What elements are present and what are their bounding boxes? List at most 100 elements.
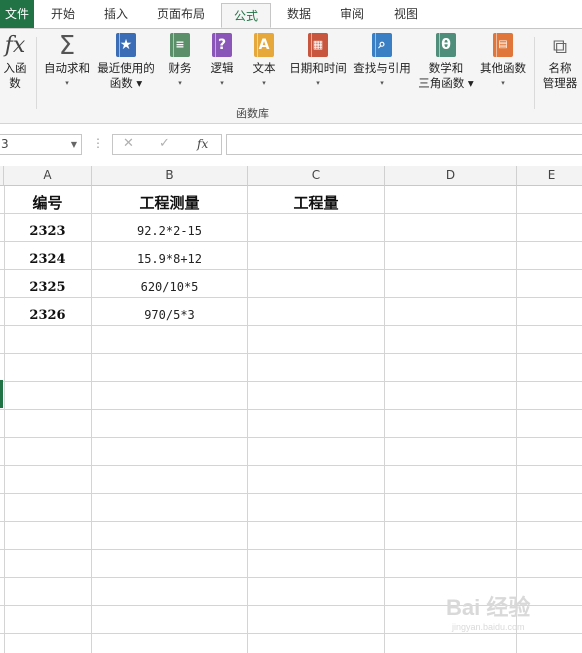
ribbon-separator <box>36 37 37 109</box>
more-options-icon[interactable]: ⋮ <box>92 136 104 150</box>
logical-dropdown-caret: ▾ <box>220 79 224 87</box>
tags-icon: ⧉ <box>552 34 568 58</box>
insert-function-icon[interactable]: fx <box>197 137 208 151</box>
cell-a3[interactable]: 2324 <box>4 246 91 273</box>
math-trig-label: 数学和 <box>428 61 464 75</box>
column-header-d[interactable]: D <box>385 166 517 186</box>
date-time-button[interactable]: ▦ 日期和时间 ▾ <box>286 33 350 91</box>
ribbon-formulas-panel: fx 入函数 Σ 自动求和 ▾ ★ 最近使用的 函数 ▾ ≡ 财务 ▾ ? 逻辑… <box>0 28 582 124</box>
tab-formulas[interactable]: 公式 <box>221 3 271 28</box>
grid-line <box>0 577 582 578</box>
sigma-icon: Σ <box>58 31 76 61</box>
check-icon[interactable]: ✓ <box>159 136 170 151</box>
cell-c4[interactable] <box>248 274 384 301</box>
lookup-reference-label: 查找与引用 <box>353 61 411 75</box>
math-trig-button[interactable]: θ 数学和 三角函数 ▾ <box>416 33 476 91</box>
theta-book-icon: θ <box>434 33 458 59</box>
question-book-icon: ? <box>210 33 234 59</box>
grid-line <box>0 549 582 550</box>
text-functions-dropdown-caret: ▾ <box>262 79 266 87</box>
star-book-icon: ★ <box>114 33 138 59</box>
tab-insert[interactable]: 插入 <box>94 0 138 28</box>
fx-icon: fx <box>4 33 26 58</box>
grid-line <box>0 409 582 410</box>
column-header-e[interactable]: E <box>517 166 582 186</box>
grid-line <box>0 353 582 354</box>
tab-review[interactable]: 审阅 <box>330 0 374 28</box>
chevron-down-icon[interactable]: ▼ <box>71 135 77 154</box>
column-header-c[interactable]: C <box>248 166 385 186</box>
autosum-button[interactable]: Σ 自动求和 ▾ <box>40 33 94 91</box>
active-row-indicator <box>0 380 3 408</box>
grid-line <box>516 186 517 653</box>
cell-c3[interactable] <box>248 246 384 273</box>
lookup-reference-dropdown-caret: ▾ <box>380 79 384 87</box>
grid-line <box>0 493 582 494</box>
cell-c1[interactable]: 工程量 <box>248 190 384 217</box>
worksheet-grid[interactable]: 编号 工程测量 工程量 2323 92.2*2-15 2324 15.9*8+1… <box>0 186 582 653</box>
name-box-value: 3 <box>1 137 9 151</box>
math-trig-label-2: 三角函数 ▾ <box>418 76 474 90</box>
cancel-icon[interactable]: ✕ <box>123 136 134 151</box>
financial-button[interactable]: ≡ 财务 ▾ <box>162 33 198 91</box>
more-functions-label: 其他函数 <box>480 61 526 75</box>
tab-view[interactable]: 视图 <box>384 0 428 28</box>
cell-c2[interactable] <box>248 218 384 245</box>
cell-a5[interactable]: 2326 <box>4 302 91 329</box>
financial-dropdown-caret: ▾ <box>178 79 182 87</box>
lookup-reference-button[interactable]: ⌕ 查找与引用 ▾ <box>350 33 414 91</box>
cell-a1[interactable]: 编号 <box>4 190 91 217</box>
insert-function-button[interactable]: fx 入函数 <box>0 33 32 91</box>
date-time-dropdown-caret: ▾ <box>316 79 320 87</box>
coins-book-icon: ≡ <box>168 33 192 59</box>
autosum-label: 自动求和 <box>44 61 90 75</box>
ribbon-tab-bar: 文件 开始 插入 页面布局 公式 数据 审阅 视图 <box>0 0 582 28</box>
grid-line <box>0 381 582 382</box>
recent-functions-label: 最近使用的 <box>97 61 155 75</box>
grid-line <box>0 633 582 634</box>
formula-buttons: ✕ ✓ fx <box>112 134 222 155</box>
cell-a2[interactable]: 2323 <box>4 218 91 245</box>
cell-b3[interactable]: 15.9*8+12 <box>92 246 247 273</box>
autosum-dropdown-caret: ▾ <box>65 79 69 87</box>
formula-bar: 3 ▼ ⋮ ✕ ✓ fx <box>0 124 582 164</box>
tab-data[interactable]: 数据 <box>278 0 320 28</box>
grid-line <box>0 437 582 438</box>
cell-b4[interactable]: 620/10*5 <box>92 274 247 301</box>
name-box[interactable]: 3 ▼ <box>0 134 82 155</box>
magnifier-book-icon: ⌕ <box>370 33 394 59</box>
ribbon-separator <box>534 37 535 109</box>
grid-book-icon: ▤ <box>491 33 515 59</box>
insert-function-label: 入函数 <box>3 61 27 90</box>
cell-b1[interactable]: 工程测量 <box>92 190 247 217</box>
cell-a4[interactable]: 2325 <box>4 274 91 301</box>
name-manager-label: 名称 <box>548 61 572 75</box>
name-manager-button[interactable]: ⧉ 名称 管理器 <box>538 33 582 91</box>
cell-b2[interactable]: 92.2*2-15 <box>92 218 247 245</box>
financial-label: 财务 <box>168 61 192 75</box>
more-functions-dropdown-caret: ▾ <box>501 79 505 87</box>
formula-input[interactable] <box>226 134 582 155</box>
grid-line <box>0 521 582 522</box>
text-functions-label: 文本 <box>252 61 276 75</box>
tab-home[interactable]: 开始 <box>42 0 84 28</box>
watermark-logo: Bai 经验 <box>446 595 531 620</box>
recent-functions-button[interactable]: ★ 最近使用的 函数 ▾ <box>94 33 158 91</box>
cell-b5[interactable]: 970/5*3 <box>92 302 247 329</box>
logical-label: 逻辑 <box>210 61 234 75</box>
function-library-group-label: 函数库 <box>236 107 269 120</box>
column-header-a[interactable]: A <box>4 166 92 186</box>
tab-file[interactable]: 文件 <box>0 0 34 28</box>
watermark-url: jingyan.baidu.com <box>452 622 525 632</box>
tab-page-layout[interactable]: 页面布局 <box>148 0 214 28</box>
name-manager-label-2: 管理器 <box>542 76 578 90</box>
cell-c5[interactable] <box>248 302 384 329</box>
calendar-book-icon: ▦ <box>306 33 330 59</box>
more-functions-button[interactable]: ▤ 其他函数 ▾ <box>476 33 530 91</box>
letter-a-book-icon: A <box>252 33 276 59</box>
recent-functions-label-2: 函数 ▾ <box>109 76 143 90</box>
column-header-b[interactable]: B <box>92 166 248 186</box>
grid-line <box>0 465 582 466</box>
text-functions-button[interactable]: A 文本 ▾ <box>246 33 282 91</box>
logical-button[interactable]: ? 逻辑 ▾ <box>204 33 240 91</box>
